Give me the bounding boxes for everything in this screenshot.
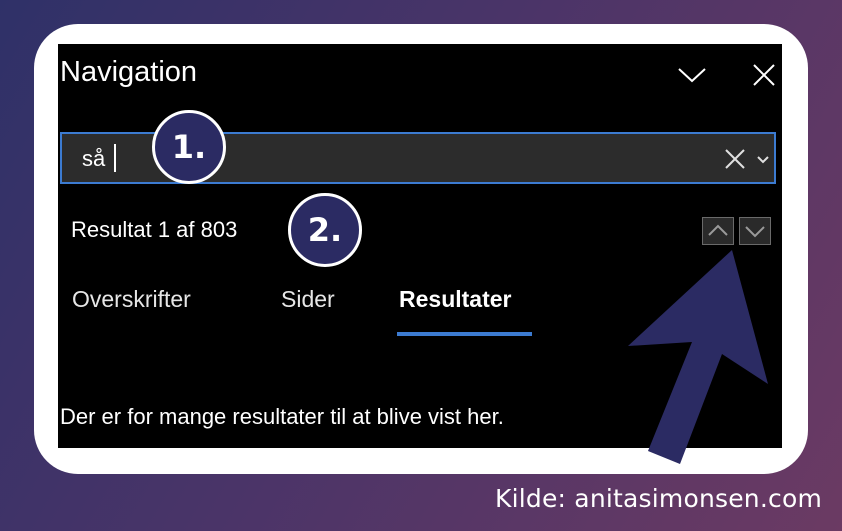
tab-headings[interactable]: Overskrifter (72, 286, 191, 313)
result-count: Resultat 1 af 803 (71, 217, 238, 242)
annotation-marker-1: 1. (152, 110, 226, 184)
source-credit: Kilde: anitasimonsen.com (495, 484, 822, 513)
chevron-down-icon (745, 226, 765, 238)
tab-results[interactable]: Resultater (399, 286, 511, 313)
pointer-arrow-icon (628, 250, 768, 464)
collapse-pane-button[interactable] (675, 58, 709, 92)
active-tab-indicator (397, 332, 532, 336)
search-value: så (82, 146, 106, 171)
previous-result-button[interactable] (702, 217, 734, 245)
next-result-button[interactable] (739, 217, 771, 245)
clear-search-button[interactable] (722, 146, 748, 172)
search-options-button[interactable] (755, 149, 771, 169)
text-caret (114, 144, 116, 172)
pane-title: Navigation (60, 56, 198, 88)
chevron-down-icon (678, 68, 706, 83)
chevron-up-icon (708, 224, 728, 236)
close-pane-button[interactable] (747, 58, 781, 92)
close-icon (753, 64, 775, 86)
results-message: Der er for mange resultater til at blive… (60, 404, 504, 429)
annotation-marker-2: 2. (288, 193, 362, 267)
chevron-down-icon (757, 156, 769, 164)
tab-pages[interactable]: Sider (281, 286, 335, 313)
close-icon (725, 149, 745, 169)
